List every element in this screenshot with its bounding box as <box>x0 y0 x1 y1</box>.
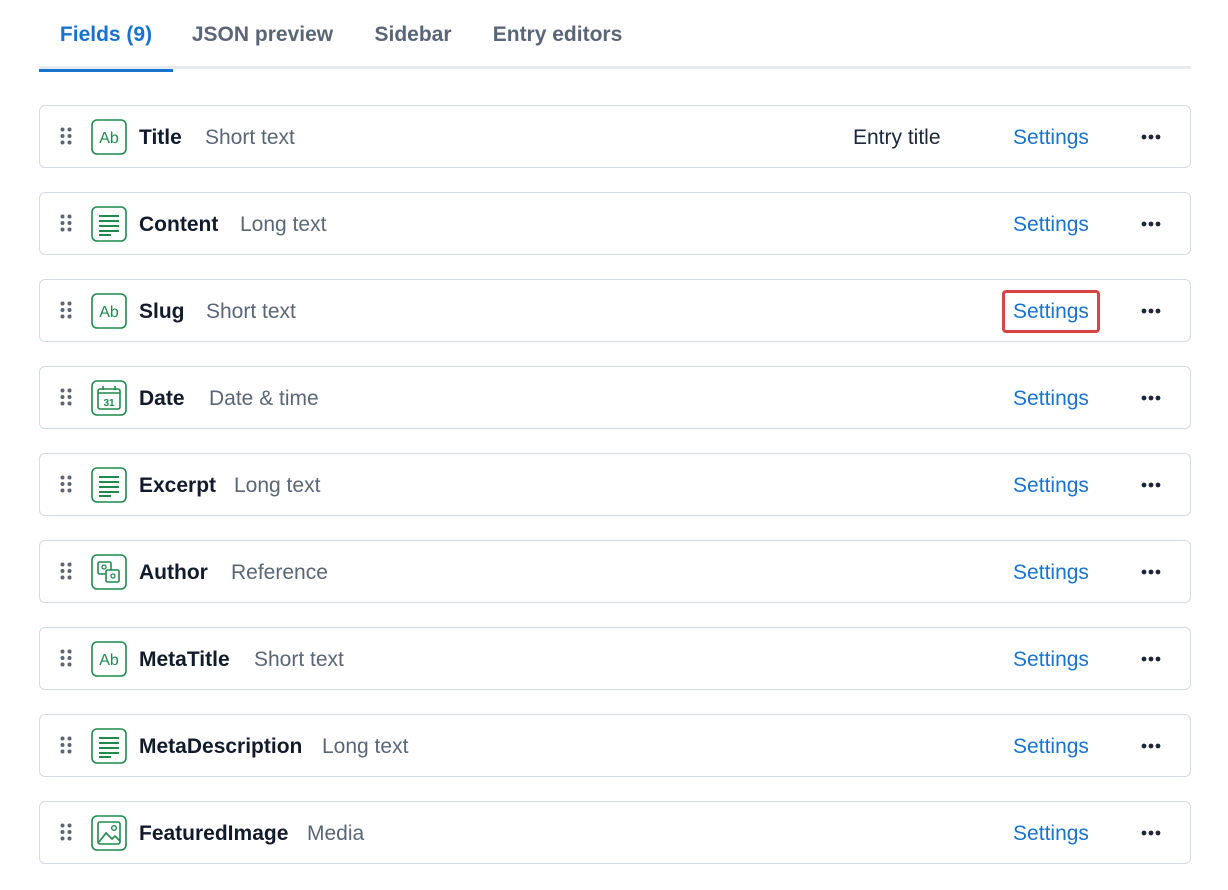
svg-text:31: 31 <box>103 398 115 409</box>
more-actions-icon[interactable] <box>1136 211 1166 237</box>
field-row-featuredimage: FeaturedImage Media Settings <box>39 801 1191 864</box>
settings-link[interactable]: Settings <box>1002 377 1100 420</box>
tab-bar: Fields (9) JSON preview Sidebar Entry ed… <box>39 0 1191 72</box>
short-text-icon: Ab <box>91 641 127 677</box>
field-row-author: Author Reference Settings <box>39 540 1191 603</box>
short-text-icon: Ab <box>91 293 127 329</box>
drag-handle-icon[interactable] <box>60 127 72 145</box>
svg-text:Ab: Ab <box>99 304 119 321</box>
more-actions-icon[interactable] <box>1136 124 1166 150</box>
short-text-icon: Ab <box>91 119 127 155</box>
field-name: Author <box>139 561 208 584</box>
drag-handle-icon[interactable] <box>60 388 72 406</box>
field-name: Title <box>139 126 182 149</box>
field-name: FeaturedImage <box>139 822 289 845</box>
settings-link[interactable]: Settings <box>1002 725 1100 768</box>
field-row-date: 31 Date Date & time Settings <box>39 366 1191 429</box>
field-name: Excerpt <box>139 474 217 497</box>
svg-text:Ab: Ab <box>99 130 119 147</box>
settings-link[interactable]: Settings <box>1002 116 1100 159</box>
field-type: Long text <box>234 474 321 497</box>
more-actions-icon[interactable] <box>1136 385 1166 411</box>
more-actions-icon[interactable] <box>1136 472 1166 498</box>
settings-link[interactable]: Settings <box>1002 638 1100 681</box>
field-row-metadescription: MetaDescription Long text Settings <box>39 714 1191 777</box>
field-type: Date & time <box>209 387 319 410</box>
field-row-title: Ab Title Short text Entry title Settings <box>39 105 1191 168</box>
field-type: Reference <box>231 561 328 584</box>
long-text-icon <box>91 467 127 503</box>
reference-icon <box>91 554 127 590</box>
tab-entry-editors[interactable]: Entry editors <box>486 0 629 69</box>
settings-link[interactable]: Settings <box>1002 464 1100 507</box>
media-icon <box>91 815 127 851</box>
calendar-icon: 31 <box>91 380 127 416</box>
more-actions-icon[interactable] <box>1136 733 1166 759</box>
settings-link[interactable]: Settings <box>1002 812 1100 855</box>
field-name: Slug <box>139 300 185 323</box>
field-row-content: Content Long text Settings <box>39 192 1191 255</box>
entry-title-label: Entry title <box>853 126 941 149</box>
more-actions-icon[interactable] <box>1136 820 1166 846</box>
field-type: Long text <box>240 213 327 236</box>
long-text-icon <box>91 206 127 242</box>
field-name: Content <box>139 213 219 236</box>
field-type: Short text <box>254 648 344 671</box>
settings-link[interactable]: Settings <box>1002 203 1100 246</box>
drag-handle-icon[interactable] <box>60 301 72 319</box>
tab-sidebar[interactable]: Sidebar <box>365 0 461 69</box>
field-type: Short text <box>206 300 296 323</box>
tab-fields[interactable]: Fields (9) <box>39 0 173 72</box>
field-row-metatitle: Ab MetaTitle Short text Settings <box>39 627 1191 690</box>
field-type: Short text <box>205 126 295 149</box>
settings-link[interactable]: Settings <box>1002 551 1100 594</box>
drag-handle-icon[interactable] <box>60 649 72 667</box>
long-text-icon <box>91 728 127 764</box>
drag-handle-icon[interactable] <box>60 736 72 754</box>
more-actions-icon[interactable] <box>1136 559 1166 585</box>
settings-link[interactable]: Settings <box>1002 290 1100 333</box>
field-name: Date <box>139 387 185 410</box>
field-type: Long text <box>322 735 409 758</box>
drag-handle-icon[interactable] <box>60 562 72 580</box>
field-row-excerpt: Excerpt Long text Settings <box>39 453 1191 516</box>
svg-text:Ab: Ab <box>99 652 119 669</box>
field-row-slug: Ab Slug Short text Settings <box>39 279 1191 342</box>
tab-json-preview[interactable]: JSON preview <box>185 0 340 69</box>
more-actions-icon[interactable] <box>1136 646 1166 672</box>
drag-handle-icon[interactable] <box>60 823 72 841</box>
drag-handle-icon[interactable] <box>60 475 72 493</box>
field-name: MetaDescription <box>139 735 303 758</box>
drag-handle-icon[interactable] <box>60 214 72 232</box>
field-type: Media <box>307 822 365 845</box>
field-name: MetaTitle <box>139 648 230 671</box>
more-actions-icon[interactable] <box>1136 298 1166 324</box>
